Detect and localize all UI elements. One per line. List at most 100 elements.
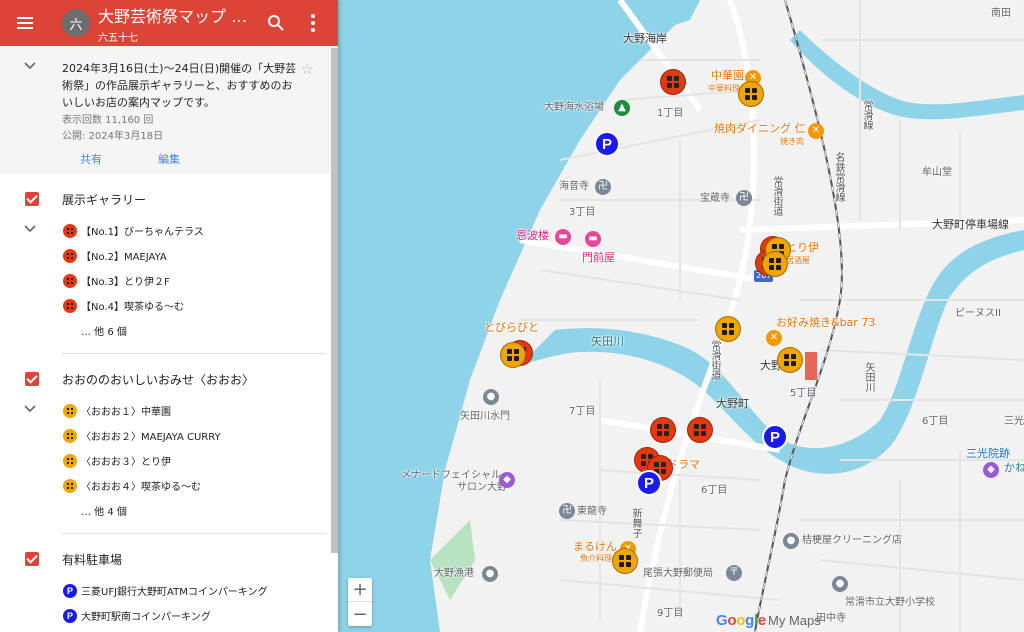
map-title-block: 大野芸術祭マップ OH... 六五十七 [98,3,258,44]
temple-icon[interactable]: 卍 [736,190,752,206]
map-label-monzenya: 門前屋 [582,251,615,264]
restaurant-icon [63,428,77,443]
restaurant-marker[interactable] [715,316,741,342]
layer-items: P 三菱UFJ銀行大野町ATMコインパーキング P 大野町駅南コインパーキング [0,578,338,628]
chevron-down-icon[interactable] [24,62,36,70]
layer-gallery: 展示ギャラリー 【No.1】びーちゃんテラス 【No.2】MAEJAYA 【No… [0,174,338,354]
layer-checkbox[interactable] [25,372,39,386]
map-label-chukaen-sub: 中華料理 [708,84,740,93]
map-label-maruken-sub: 魚介料理 [580,554,612,563]
salon-icon[interactable]: ◆ [499,472,515,488]
item-label: 〈おおお４〉喫茶ゆる〜む [81,482,201,493]
list-item[interactable]: P 三菱UFJ銀行大野町ATMコインパーキング [0,578,338,603]
restaurant-icon [63,453,77,468]
map-label-owari-ono-post: 尾張大野郵便局 [643,568,713,579]
post-office-icon[interactable]: 〒 [726,565,742,581]
more-items-link[interactable]: … 他 6 個 [81,318,338,343]
list-item[interactable]: 【No.3】とり伊２F [0,268,338,293]
gallery-marker[interactable] [687,417,713,443]
landmark-icon[interactable]: ● [483,389,499,405]
list-item[interactable]: 【No.2】MAEJAYA [0,243,338,268]
item-label: 〈おおお１〉中華園 [81,407,171,418]
layer-header: 展示ギャラリー [0,186,338,212]
temple-icon[interactable]: 卍 [595,179,611,195]
restaurant-marker[interactable] [612,548,638,574]
menu-button[interactable] [0,0,50,46]
restaurant-marker[interactable] [500,342,526,368]
map-label-chome6e: 6丁目 [922,416,949,427]
list-item[interactable]: 〈おおお１〉中華園 [0,398,338,423]
item-label: 〈おおお２〉MAEJAYA CURRY [81,432,221,443]
hotel-icon[interactable]: ▬ [585,231,601,247]
chevron-down-icon[interactable] [24,405,36,413]
layer-checkbox[interactable] [25,192,39,206]
restaurant-icon[interactable]: ✕ [766,330,782,346]
list-item[interactable]: 〈おおお４〉喫茶ゆる〜む [0,473,338,498]
more-options-button[interactable] [302,12,324,34]
beach-icon[interactable]: ▲ [614,100,630,116]
map-label-sanko-inseki: 三光院跡 [966,447,1010,460]
school-icon[interactable]: ● [832,576,848,592]
gallery-marker[interactable] [660,69,686,95]
panel-scrollbar[interactable] [331,48,338,553]
map-label-ono-kaisuiyokujo: 大野海水浴場 [544,102,604,113]
map-label-onomachi: 大野町 [716,397,749,410]
share-link[interactable]: 共有 [80,153,102,166]
map-label-chome7: 7丁目 [569,406,596,417]
item-label: 【No.2】MAEJAYA [81,252,167,263]
chevron-down-icon[interactable] [24,225,36,233]
edit-link[interactable]: 編集 [158,153,180,166]
restaurant-marker[interactable] [738,81,764,107]
avatar[interactable]: 六 [62,9,90,37]
parking-marker[interactable]: P [636,470,662,496]
map-label-pinus: ピーヌスII [955,308,1001,319]
map-label-chome6: 6丁目 [701,485,728,496]
map-author: 六五十七 [98,32,138,44]
side-panel: 六 大野芸術祭マップ OH... 六五十七 2024年3月16日(土)〜24日(… [0,0,338,632]
parking-marker[interactable]: P [762,424,788,450]
google-logo: Google [716,612,766,629]
layer-header: おおののおいしいおみせ〈おおお〉 [0,366,338,392]
description-text: 2024年3月16日(土)〜24日(日)開催の「大野芸術祭」の作品展示ギャラリー… [62,62,297,109]
hotel-icon[interactable]: ▬ [555,229,571,245]
landmark-icon[interactable]: ◆ [983,462,999,478]
more-vert-icon [311,14,315,32]
map-label-ono-kaigan: 大野海岸 [623,32,667,45]
star-icon[interactable]: ☆ [301,60,314,78]
list-item[interactable]: 〈おおお２〉MAEJAYA CURRY [0,423,338,448]
more-items-link[interactable]: … 他 4 個 [81,498,338,523]
list-item[interactable]: 〈おおお３〉とり伊 [0,448,338,473]
map-label-onhaku: 恩波楼 [516,229,549,242]
station-icon[interactable] [805,352,817,380]
item-label: 【No.3】とり伊２F [81,277,170,288]
map-label-okonomiyaki: お好み焼き&bar 73 [776,316,876,329]
map-label-shinmaiko: 新舞子 [630,508,641,538]
map-label-kikyoya: 桔梗屋クリーニング店 [802,535,902,546]
map-label-yakiniku: 焼肉ダイニング 仁 [714,122,806,135]
shop-icon[interactable]: ● [783,533,799,549]
list-item[interactable]: P 大野町駅南コインパーキング [0,603,338,628]
restaurant-marker[interactable] [777,347,803,373]
layer-title: 展示ギャラリー [62,192,147,207]
parking-marker[interactable]: P [594,131,620,157]
zoom-out-button[interactable]: − [348,602,372,626]
restaurant-icon[interactable]: ✕ [808,123,824,139]
layer-restaurants: おおののおいしいおみせ〈おおお〉 〈おおお１〉中華園 〈おおお２〉MAEJAYA… [0,354,338,534]
menu-icon [17,17,33,29]
list-item[interactable]: 【No.1】びーちゃんテラス [0,218,338,243]
description-actions: 共有 編集 [62,151,298,167]
landmark-icon[interactable]: ● [482,566,498,582]
restaurant-marker[interactable] [762,251,788,277]
map-label-sanko: 三光 [1004,416,1024,427]
search-button[interactable] [265,12,287,34]
gallery-marker[interactable] [650,417,676,443]
temple-icon[interactable]: 卍 [559,503,575,519]
layer-checkbox[interactable] [25,552,39,566]
layer-items: 【No.1】びーちゃんテラス 【No.2】MAEJAYA 【No.3】とり伊２F… [0,218,338,343]
zoom-in-button[interactable]: + [348,578,372,602]
map-label-mei-tetsu: 名鉄常滑線 [833,152,844,202]
map-label-menard-1: メナードフェイシャル [401,470,501,481]
panel-header: 六 大野芸術祭マップ OH... 六五十七 [0,0,338,46]
map-label-museyama: 牟山堂 [922,167,952,178]
list-item[interactable]: 【No.4】喫茶ゆる〜む [0,293,338,318]
